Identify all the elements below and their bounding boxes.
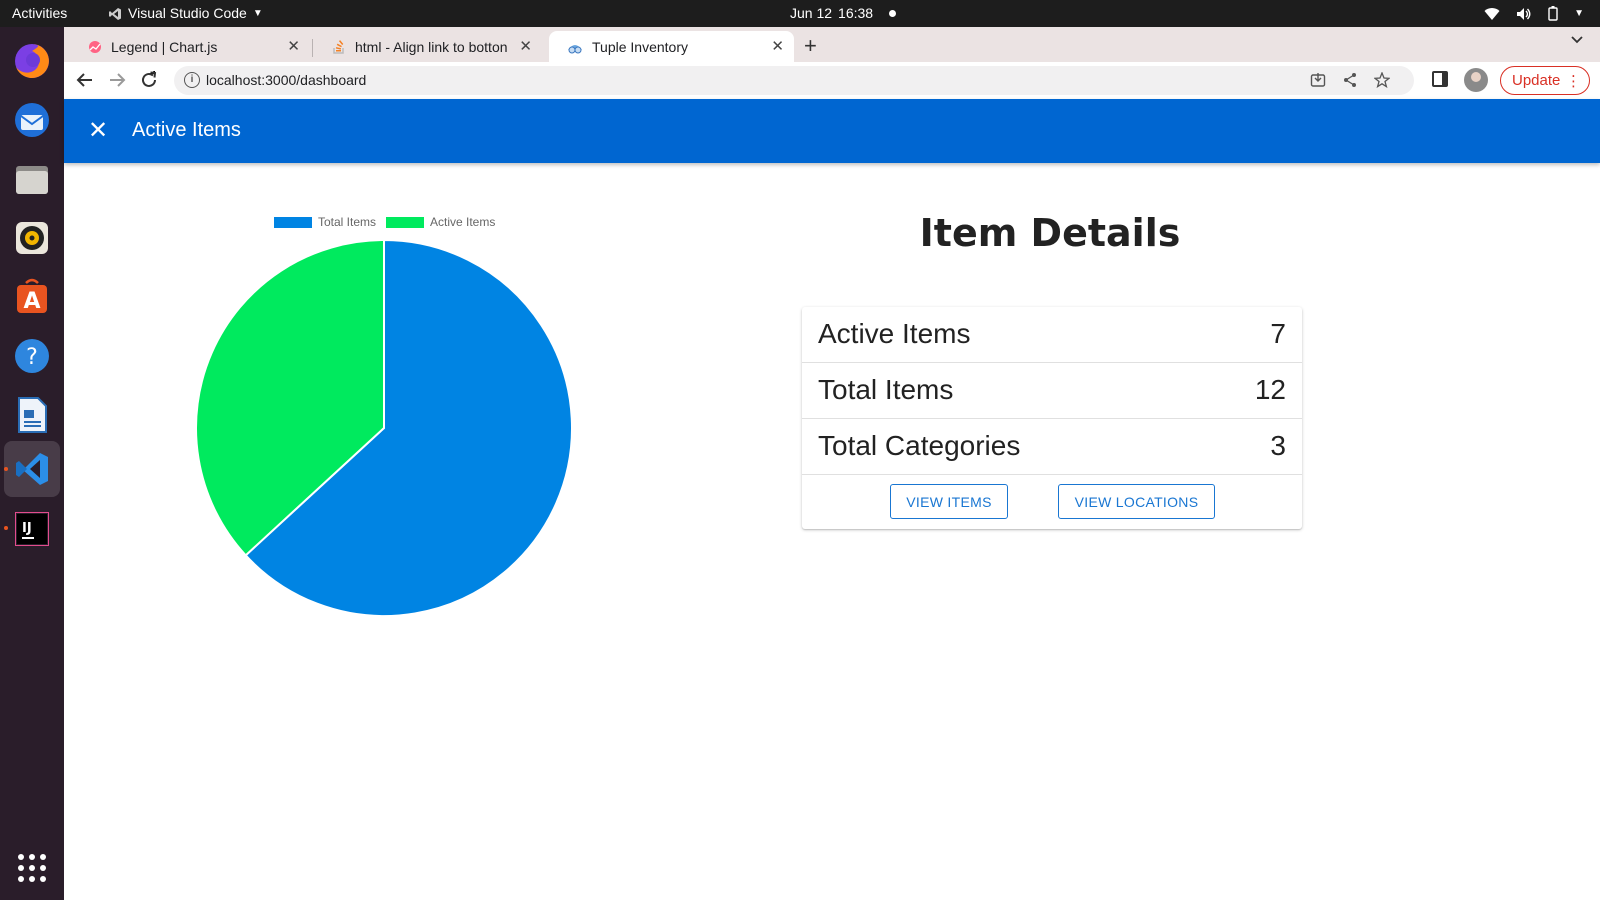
document-icon xyxy=(18,397,47,433)
tab-close-icon[interactable]: ✕ xyxy=(519,37,532,55)
browser-tab[interactable]: Legend | Chart.js ✕ xyxy=(70,31,310,62)
detail-value: 3 xyxy=(1270,430,1286,461)
legend-swatch[interactable] xyxy=(274,217,312,228)
show-apps-grid-icon[interactable] xyxy=(18,854,46,882)
detail-label: Active Items xyxy=(818,318,971,349)
system-top-bar: Activities Visual Studio Code ▼ Jun 12 1… xyxy=(0,0,1600,27)
running-indicator-icon xyxy=(4,467,8,471)
clock-date: Jun 12 xyxy=(790,5,833,21)
detail-row-active-items: Active Items 7 xyxy=(802,307,1302,363)
browser-tab[interactable]: html - Align link to botton ✕ xyxy=(314,31,542,62)
tab-search-chevron-icon[interactable] xyxy=(1570,32,1584,48)
update-button[interactable]: Update ⋮ xyxy=(1500,66,1590,95)
help-icon: ? xyxy=(15,339,49,373)
legend-label[interactable]: Total Items xyxy=(318,215,376,229)
tab-close-icon[interactable]: ✕ xyxy=(771,37,784,55)
system-tray[interactable]: ▼ xyxy=(1484,0,1584,27)
side-panel-icon[interactable] xyxy=(1432,71,1448,87)
page-title: Active Items xyxy=(132,119,241,141)
detail-label: Total Items xyxy=(818,374,954,405)
install-app-icon[interactable] xyxy=(1308,70,1328,90)
tab-title: Legend | Chart.js xyxy=(111,38,218,55)
new-tab-icon[interactable]: + xyxy=(804,33,817,59)
pie-chart-svg: Total Items Active Items xyxy=(195,215,573,617)
dock-software-icon[interactable]: A xyxy=(11,276,53,318)
clock[interactable]: Jun 12 16:38 xyxy=(790,0,897,27)
forward-arrow-icon[interactable] xyxy=(104,67,130,93)
tab-title: html - Align link to botton xyxy=(355,38,508,55)
tab-title: Tuple Inventory xyxy=(592,38,688,55)
detail-label: Total Categories xyxy=(818,430,1021,461)
address-bar[interactable]: i localhost:3000/dashboard xyxy=(174,66,1414,95)
vscode-small-icon xyxy=(109,7,121,20)
reload-icon[interactable] xyxy=(136,67,162,93)
stackoverflow-icon xyxy=(333,40,344,54)
svg-text:IJ: IJ xyxy=(22,521,32,536)
system-menu-chevron-icon: ▼ xyxy=(1574,8,1584,19)
dock-firefox-icon[interactable] xyxy=(11,40,53,82)
details-title: Item Details xyxy=(919,211,1181,255)
folder-icon xyxy=(16,166,48,194)
svg-text:?: ? xyxy=(26,345,38,370)
browser-tab-strip: Legend | Chart.js ✕ html - Align link to… xyxy=(64,27,1600,62)
dock-vscode-icon[interactable] xyxy=(4,441,60,497)
view-items-button[interactable]: VIEW ITEMS xyxy=(890,484,1008,519)
browser-tab-active[interactable]: Tuple Inventory ✕ xyxy=(549,31,794,62)
tab-close-icon[interactable]: ✕ xyxy=(287,37,300,55)
dock-rhythmbox-icon[interactable] xyxy=(11,217,53,259)
profile-avatar[interactable] xyxy=(1464,68,1488,92)
dock-files-icon[interactable] xyxy=(11,158,53,200)
firefox-icon xyxy=(15,44,49,78)
update-label: Update xyxy=(1512,72,1561,89)
chevron-down-icon: ▼ xyxy=(252,8,263,19)
notification-dot-icon xyxy=(889,10,897,17)
chartjs-icon xyxy=(89,40,101,53)
vscode-icon xyxy=(16,453,48,485)
browser-toolbar: i localhost:3000/dashboard Update ⋮ xyxy=(64,62,1600,99)
thunderbird-icon xyxy=(15,103,49,137)
dock-intellij-icon[interactable]: IJ xyxy=(11,508,53,550)
dock-help-icon[interactable]: ? xyxy=(11,335,53,377)
tab-separator xyxy=(312,39,313,57)
svg-text:A: A xyxy=(23,289,40,314)
app-menu[interactable]: Visual Studio Code ▼ xyxy=(108,0,263,27)
kebab-menu-icon: ⋮ xyxy=(1566,73,1581,90)
bookmark-star-icon[interactable] xyxy=(1372,70,1392,90)
legend-swatch[interactable] xyxy=(386,217,424,228)
app-menu-label: Visual Studio Code xyxy=(128,5,247,21)
close-icon[interactable]: ✕ xyxy=(84,117,112,145)
volume-icon xyxy=(1517,7,1531,20)
detail-row-total-categories: Total Categories 3 xyxy=(802,419,1302,475)
share-icon[interactable] xyxy=(1340,70,1360,90)
legend-label[interactable]: Active Items xyxy=(430,215,495,229)
wifi-icon xyxy=(1484,7,1500,20)
pie-chart: Total Items Active Items xyxy=(190,210,610,630)
details-card: Active Items 7 Total Items 12 Total Cate… xyxy=(802,307,1302,529)
dock-thunderbird-icon[interactable] xyxy=(11,99,53,141)
url-text[interactable]: localhost:3000/dashboard xyxy=(206,72,366,88)
app-store-icon: A xyxy=(17,278,47,314)
dock-writer-icon[interactable] xyxy=(11,394,53,436)
activities-button[interactable]: Activities xyxy=(12,0,67,27)
site-info-icon[interactable]: i xyxy=(184,72,200,88)
detail-row-total-items: Total Items 12 xyxy=(802,363,1302,419)
detail-value: 12 xyxy=(1254,374,1286,405)
view-locations-button[interactable]: VIEW LOCATIONS xyxy=(1058,484,1215,519)
battery-icon xyxy=(1548,6,1558,21)
detail-value: 7 xyxy=(1270,318,1286,349)
app-bar: ✕ Active Items xyxy=(64,99,1600,163)
speaker-icon xyxy=(16,222,48,254)
back-arrow-icon[interactable] xyxy=(72,67,98,93)
app-icon xyxy=(568,44,582,53)
dock: A ? IJ xyxy=(0,27,64,900)
clock-time: 16:38 xyxy=(838,5,874,21)
running-indicator-icon xyxy=(4,526,8,530)
intellij-icon: IJ xyxy=(15,512,49,546)
